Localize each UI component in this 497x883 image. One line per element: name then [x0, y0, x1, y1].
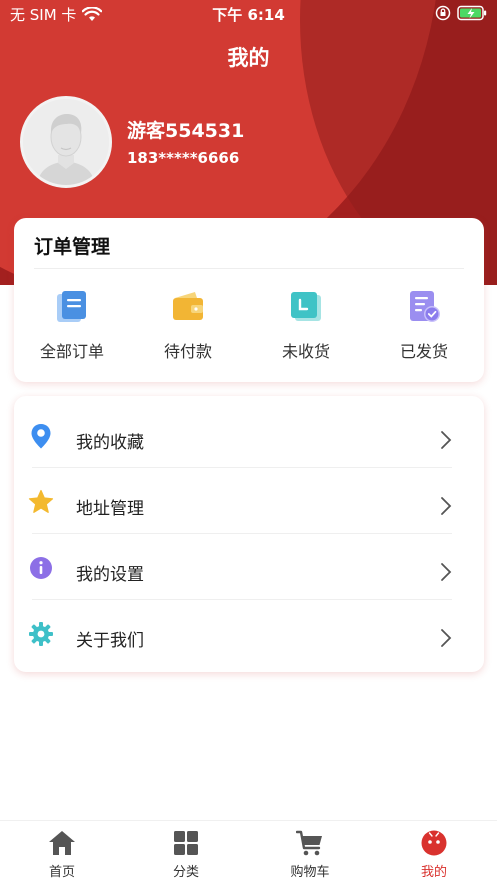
home-icon [48, 829, 76, 857]
menu-card: 我的收藏 地址管理 我的设置 关于我们 [14, 396, 484, 672]
tab-label: 分类 [172, 865, 199, 880]
menu-item-favorites[interactable]: 我的收藏 [14, 402, 484, 468]
menu-item-label: 我的设置 [76, 565, 144, 585]
profile-face-icon [420, 829, 448, 857]
order-card-divider [34, 268, 464, 269]
tab-cart[interactable]: 购物车 [270, 829, 350, 880]
order-item-label: 待付款 [163, 342, 212, 361]
tab-label: 我的 [420, 865, 447, 880]
rotation-lock-icon [435, 5, 451, 21]
tab-label: 首页 [48, 865, 75, 880]
package-icon [287, 288, 325, 326]
menu-item-label: 地址管理 [76, 499, 144, 519]
document-icon [53, 288, 91, 326]
battery-charging-icon [457, 5, 487, 21]
status-time: 下午 6:14 [212, 6, 285, 24]
order-item-label: 全部订单 [39, 342, 104, 361]
avatar[interactable] [20, 96, 112, 188]
menu-item-settings[interactable]: 我的设置 [14, 534, 484, 600]
order-management-card: 订单管理 全部订单 待付款 未收货 已发货 [14, 218, 484, 382]
page-title: 我的 [227, 46, 270, 70]
order-item-not-received[interactable]: 未收货 [256, 288, 356, 368]
cart-icon [295, 829, 324, 857]
username: 游客554531 [127, 120, 245, 142]
chevron-right-icon [440, 562, 452, 582]
tab-profile[interactable]: 我的 [394, 829, 474, 880]
order-item-all[interactable]: 全部订单 [22, 288, 122, 368]
menu-item-address[interactable]: 地址管理 [14, 468, 484, 534]
default-avatar-icon [23, 99, 109, 185]
location-pin-icon [28, 423, 54, 449]
status-bar: 无 SIM 卡 下午 6:14 [0, 0, 497, 28]
info-icon [28, 555, 54, 581]
wallet-icon [169, 288, 207, 326]
order-card-title: 订单管理 [34, 236, 111, 258]
phone-number: 183*****6666 [127, 149, 240, 167]
chevron-right-icon [440, 430, 452, 450]
menu-item-label: 我的收藏 [76, 433, 144, 453]
shipped-check-icon [405, 288, 443, 326]
order-item-label: 未收货 [281, 342, 330, 361]
grid-icon [172, 829, 200, 857]
tab-home[interactable]: 首页 [22, 829, 102, 880]
status-right [435, 5, 487, 21]
bottom-tab-bar: 首页 分类 购物车 我的 [0, 820, 497, 883]
order-item-shipped[interactable]: 已发货 [374, 288, 474, 368]
tab-label: 购物车 [290, 865, 330, 880]
tab-category[interactable]: 分类 [146, 829, 226, 880]
chevron-right-icon [440, 496, 452, 516]
chevron-right-icon [440, 628, 452, 648]
order-item-label: 已发货 [399, 342, 448, 361]
star-icon [28, 489, 54, 515]
order-item-pending-payment[interactable]: 待付款 [138, 288, 238, 368]
menu-item-about[interactable]: 关于我们 [14, 600, 484, 666]
menu-item-label: 关于我们 [76, 631, 144, 651]
gear-icon [28, 621, 54, 647]
